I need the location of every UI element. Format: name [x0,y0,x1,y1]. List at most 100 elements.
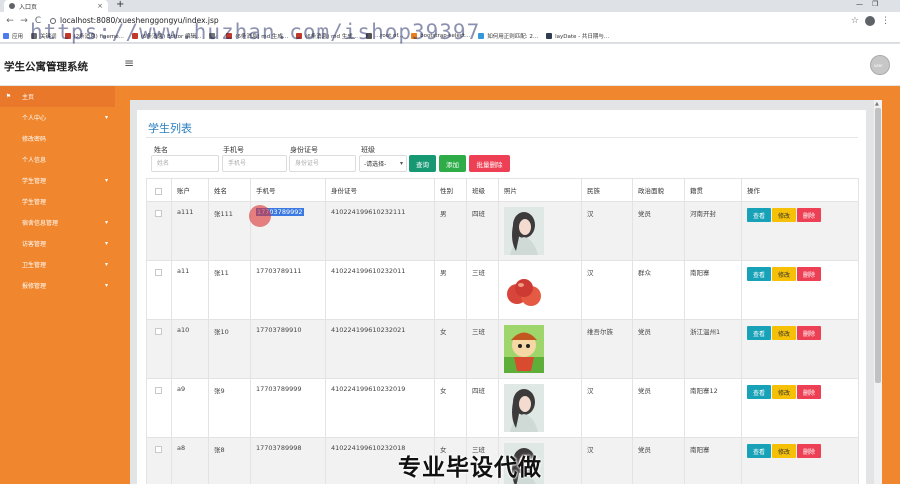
row-checkbox[interactable] [155,210,162,217]
table-row: a9 张9 17703789999 410224199610232019 女 四班 汉党员南… [146,378,859,438]
cell-gender: 女 [434,319,467,379]
table-row: a111 张111 17703789992 410224199610232111 男 四班… [146,201,859,261]
edit-button[interactable]: 修改 [772,326,796,340]
sidebar-item-5[interactable]: 学生管理 [0,191,115,212]
bookmark-item[interactable]: (6条消息) Editor 编辑... [131,32,201,40]
sidebar-item-label: 个人中心 [22,115,47,122]
browser-tabbar: 入口页 × + — ❐ [0,0,900,12]
bookmark-item[interactable]: bootstrap-select... [411,32,471,39]
edit-button[interactable]: 修改 [772,444,796,458]
view-button[interactable]: 查看 [747,326,771,340]
sidebar-item-6[interactable]: 宿舍信息管理 ▾ [0,212,115,233]
batch-delete-button[interactable]: 批量删除 [469,155,510,172]
row-checkbox[interactable] [155,269,162,276]
sidebar-item-label: 个人信息 [22,157,47,164]
cell-photo [498,319,582,379]
delete-button[interactable]: 删除 [797,267,821,281]
cell-idcard-text: 410224199610232018 [331,444,406,452]
cell-gender: 女 [434,378,467,438]
column-header: 籍贯 [684,178,742,202]
delete-button[interactable]: 删除 [797,385,821,399]
sidebar-item-1[interactable]: 个人中心 ▾ [0,107,115,128]
phone-filter-input[interactable] [222,155,287,172]
chevron-down-icon: ▾ [104,261,108,268]
delete-button[interactable]: 删除 [797,444,821,458]
delete-button[interactable]: 删除 [797,326,821,340]
view-button[interactable]: 查看 [747,267,771,281]
address-bar[interactable]: localhost:8080/xueshenggongyu/index.jsp [50,16,219,25]
name-filter-input[interactable] [151,155,219,172]
cell-idcard-text: 410224199610232021 [331,326,406,334]
edit-button[interactable]: 修改 [772,385,796,399]
bookmarks-bar: 应用 关键词 (2条消息) fineme... (6条消息) Editor 编辑...… [0,29,900,43]
bookmark-item[interactable]: 应用 [3,32,23,40]
browser-tab[interactable]: 入口页 × [4,0,108,12]
delete-button[interactable]: 删除 [797,208,821,222]
bookmark-item[interactable]: (6条消息) md 生成... [296,32,358,40]
cell-actions: 查看 修改 删除 [741,437,859,484]
cell-phone-text: 17703789910 [256,326,302,334]
sidebar-item-8[interactable]: 卫生管理 ▾ [0,254,115,275]
bookmark-item[interactable]: (2条消息) fineme... [64,32,124,40]
browser-menu-icon[interactable]: ⋮ [881,16,890,26]
row-checkbox[interactable] [155,328,162,335]
bookmark-star-icon[interactable]: ☆ [851,16,859,26]
restore-button[interactable]: ❐ [872,0,878,8]
forward-button[interactable]: → [20,16,28,26]
sidebar-item-4[interactable]: 学生管理 ▾ [0,170,115,191]
bookmark-item[interactable]: layDate - 共日期与... [546,32,609,40]
select-all-header [146,178,172,202]
divider [146,137,858,138]
sidebar-item-label: 访客管理 [22,241,47,248]
bookmark-favicon-icon [209,32,216,39]
cell-political: 党员 [632,319,685,379]
view-button[interactable]: 查看 [747,385,771,399]
cell-name: 张10 [208,319,251,379]
cell-origin: 浙江温州1 [684,319,742,379]
cell-gender-text: 男 [440,269,447,277]
tab-close-icon[interactable]: × [97,2,103,10]
sidebar-item-7[interactable]: 访客管理 ▾ [0,233,115,254]
query-button[interactable]: 查询 [409,155,436,172]
minimize-button[interactable]: — [856,0,863,8]
scrollbar-thumb[interactable] [875,108,881,383]
bookmark-favicon-icon [546,32,553,39]
column-header: 性别 [434,178,467,202]
app-header: 学生公寓管理系统 ≡ [0,44,900,86]
cell-political: 党员 [632,437,685,484]
back-button[interactable]: ← [6,16,14,26]
edit-button[interactable]: 修改 [772,267,796,281]
bookmark-favicon-icon [3,32,9,39]
cell-account: a10 [171,319,209,379]
bookmark-item[interactable]: (6条消息) md 生成... [226,32,288,40]
menu-toggle-icon[interactable]: ≡ [124,56,134,70]
sidebar-item-label: 学生管理 [22,178,47,185]
row-checkbox[interactable] [155,387,162,394]
class-filter-select[interactable]: -请选择- ▾ [359,155,407,172]
chevron-down-icon: ▾ [104,114,108,121]
view-button[interactable]: 查看 [747,208,771,222]
bookmark-item[interactable]: 关键词 [31,32,57,40]
reload-button[interactable]: C [34,16,42,26]
bookmark-label: bootstrap-select... [420,32,471,39]
scroll-up-icon[interactable]: ▲ [875,101,879,107]
row-checkbox[interactable] [155,446,162,453]
sidebar-item-0[interactable]: ⚑ 主页 [0,86,115,107]
cell-class-text: 四班 [472,210,485,218]
select-all-checkbox[interactable] [155,187,162,195]
sidebar-item-2[interactable]: 修改密码 [0,128,115,149]
cell-account-text: a10 [177,326,190,334]
bookmark-item[interactable] [209,32,218,39]
idcard-filter-input[interactable] [289,155,356,172]
edit-button[interactable]: 修改 [772,208,796,222]
sidebar-item-9[interactable]: 报修管理 ▾ [0,275,115,296]
profile-icon[interactable] [865,15,875,26]
view-button[interactable]: 查看 [747,444,771,458]
sidebar-item-3[interactable]: 个人信息 [0,149,115,170]
bookmark-item[interactable]: 如何用正则匹配: 2... [478,32,538,40]
student-photo-apples [504,266,544,314]
new-tab-button[interactable]: + [116,0,124,10]
scrollbar[interactable]: ▲ [874,100,882,484]
add-button[interactable]: 添加 [439,155,466,172]
bookmark-item[interactable]: ...root of... [366,32,403,39]
